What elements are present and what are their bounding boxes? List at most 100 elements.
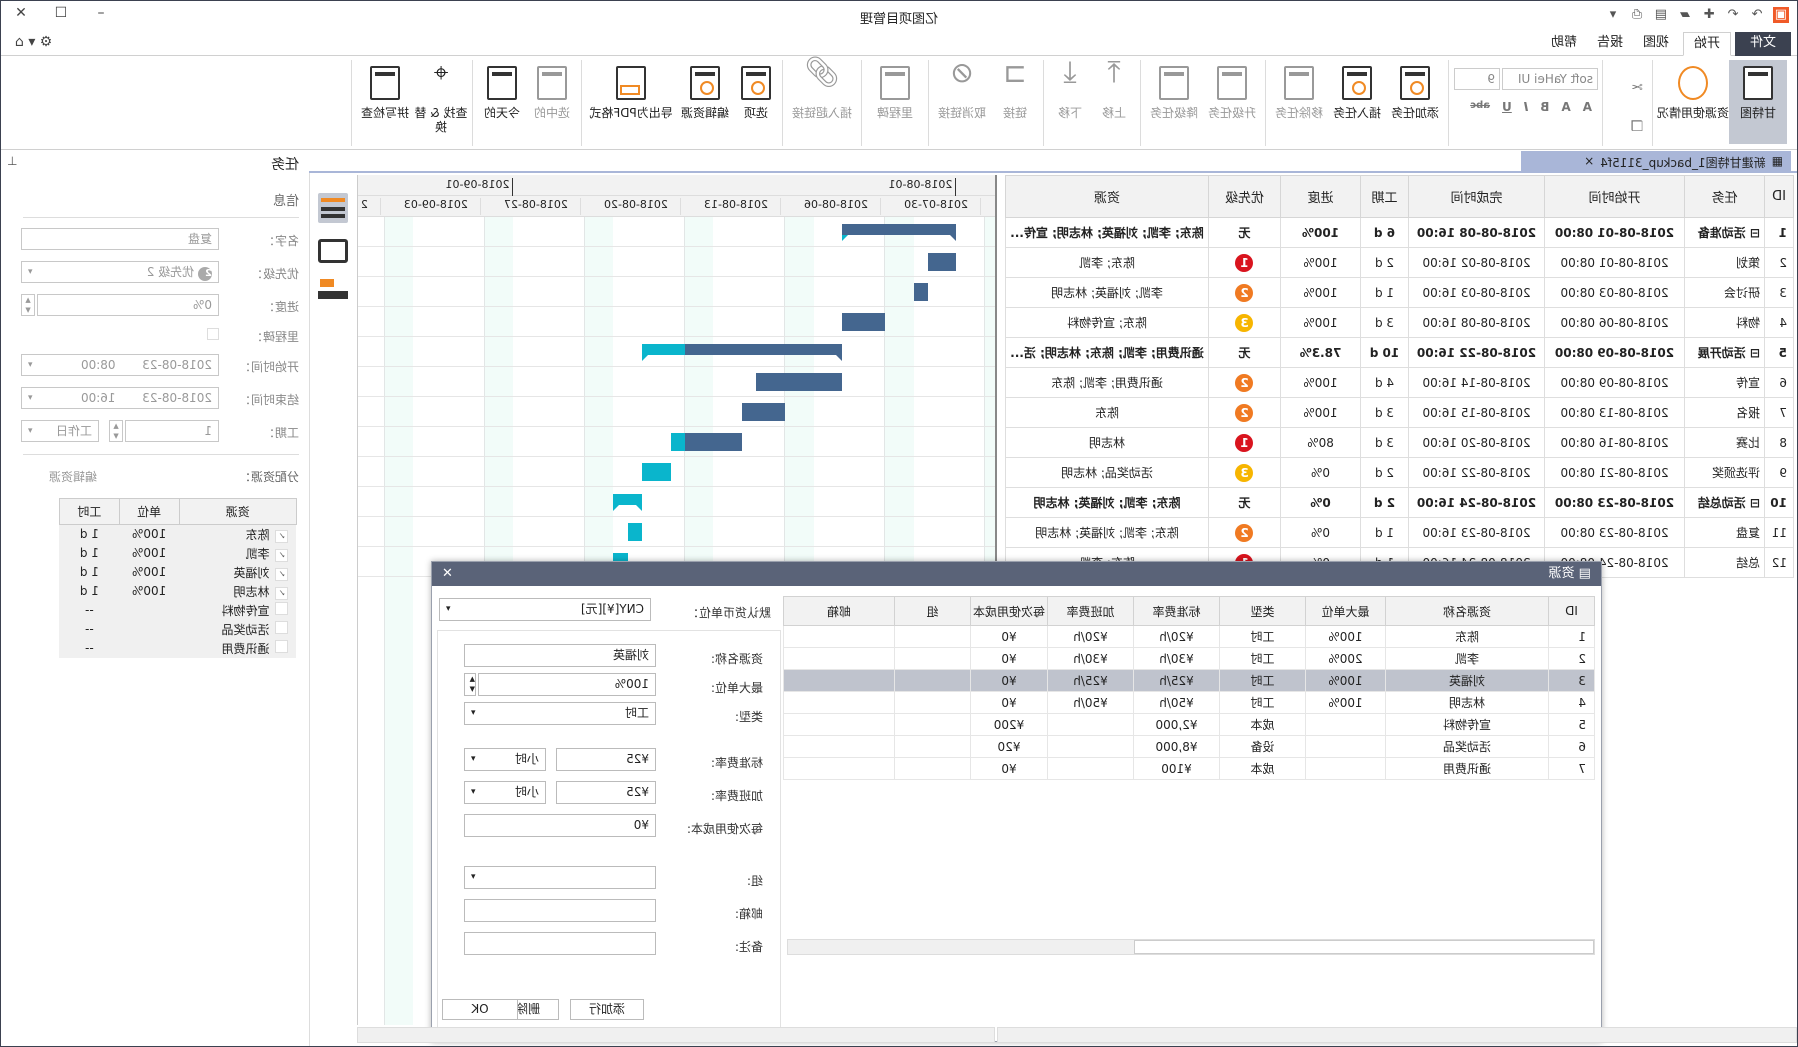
duration-input[interactable]: 1	[125, 420, 219, 442]
column-header[interactable]: 优先级	[1208, 175, 1281, 218]
resource-row[interactable]: 3 刘福英 100% 工时 ¥25/h ¥25/h ¥0	[783, 669, 1595, 692]
duration-unit-select[interactable]: 工作日 ▾	[21, 420, 99, 442]
add-task-button[interactable]: 添加任务	[1386, 60, 1444, 144]
task-bar[interactable]	[756, 373, 843, 391]
table-scrollbar[interactable]	[997, 1027, 1797, 1043]
remove-task-button[interactable]: 移除任务	[1270, 60, 1328, 144]
unlink-button[interactable]: ⊘ 取消链接	[933, 56, 991, 144]
bold-button[interactable]: B	[1540, 100, 1549, 114]
document-tab[interactable]: ▦ 新建甘特图1_backup_3115f4 ×	[1521, 151, 1791, 173]
link-button[interactable]: ⊐ 链接	[991, 56, 1039, 144]
task-bar[interactable]	[927, 253, 957, 271]
collapse-icon[interactable]: ⊟	[1746, 226, 1760, 240]
close-tab-icon[interactable]: ×	[1584, 154, 1594, 170]
move-down-button[interactable]: ⤓ 下移	[1048, 55, 1092, 144]
max-units-input[interactable]: 100%	[478, 673, 656, 696]
column-header[interactable]: 标准费率	[1133, 596, 1220, 626]
task-name-input[interactable]: 复盘	[21, 228, 219, 250]
resource-row[interactable]: 通讯费用 --	[59, 638, 297, 658]
max-units-stepper[interactable]: ▲ ▼	[464, 673, 476, 696]
group-select[interactable]: ▾	[464, 866, 656, 889]
scrollbar-thumb[interactable]	[1134, 940, 1594, 954]
font-name-select[interactable]: soft YaHei UI	[1502, 68, 1598, 90]
milestone-button[interactable]: 里程碑	[866, 60, 924, 144]
task-info-icon[interactable]	[318, 193, 348, 223]
font-grow-button[interactable]: A	[1583, 100, 1592, 114]
task-bar[interactable]	[670, 433, 743, 451]
add-row-button[interactable]: 添加行	[570, 999, 644, 1020]
resource-row[interactable]: 2 李凯 200% 工时 ¥30/h ¥30/h ¥0	[783, 647, 1595, 670]
column-header[interactable]: 资源名称	[1385, 596, 1549, 626]
resource-row[interactable]: 活动奖品 --	[59, 619, 297, 639]
column-header[interactable]: 组	[894, 596, 971, 626]
resource-row[interactable]: ✓ 林志明 100% 1 d	[59, 581, 297, 601]
column-header[interactable]: 资源	[1005, 175, 1209, 218]
resource-row[interactable]: 宣传物料 --	[59, 600, 297, 620]
resource-row[interactable]: ✓ 陈东 100% 1 d	[59, 524, 297, 544]
gantt-chart-button[interactable]: 甘特图	[1729, 60, 1787, 144]
currency-select[interactable]: CNY[¥][元] ▾	[439, 598, 651, 621]
column-header[interactable]: ID	[1764, 175, 1794, 218]
milestone-checkbox[interactable]	[207, 328, 219, 340]
move-up-button[interactable]: ⤒ 上移	[1092, 55, 1136, 144]
cut-icon[interactable]: ✂	[1626, 80, 1648, 96]
resource-row[interactable]: 1 陈东 100% 工时 ¥20/h ¥20/h ¥0	[783, 625, 1595, 648]
table-row[interactable]: 8 比赛 2018-08-16 08:00 2018-08-20 16:00 3 d 80…	[1005, 427, 1794, 458]
tab-file[interactable]: 文件	[1735, 32, 1791, 56]
tab-view[interactable]: 视图	[1633, 32, 1679, 56]
table-row[interactable]: 7 报名 2018-08-13 08:00 2018-08-15 16:00 3 d 10…	[1005, 397, 1794, 428]
end-time-picker[interactable]: 2018-08-23 16:00 ▾	[21, 387, 219, 409]
assignment-icon[interactable]	[318, 279, 348, 299]
summary-bar[interactable]	[613, 494, 643, 511]
resource-checkbox[interactable]	[275, 601, 289, 615]
resource-row[interactable]: 7 通讯费用 成本 ¥100 ¥0	[783, 757, 1595, 780]
demote-task-button[interactable]: 降级任务	[1145, 60, 1203, 144]
resource-row[interactable]: 6 活动奖品 设备 ¥8,000 ¥20	[783, 735, 1595, 758]
table-row[interactable]: 10 ⊟ 活动总结 2018-08-23 08:00 2018-08-24 16:00…	[1005, 487, 1794, 518]
export-pdf-button[interactable]: 导出为PDF格式	[586, 60, 676, 144]
minimize-button[interactable]: –	[81, 5, 121, 21]
pin-icon[interactable]: ⊥	[7, 154, 17, 168]
table-row[interactable]: 9 评选颁奖 2018-08-21 08:00 2018-08-22 16:00 2 d…	[1005, 457, 1794, 488]
column-header[interactable]: ID	[1548, 596, 1595, 626]
column-header[interactable]: 最大单位	[1305, 596, 1386, 626]
edit-resources-link[interactable]: 编辑资源	[49, 468, 97, 485]
standard-rate-input[interactable]: ¥25	[556, 748, 656, 771]
note-input[interactable]	[464, 932, 656, 955]
type-select[interactable]: 工时 ▾	[464, 702, 656, 725]
resource-checkbox[interactable]: ✓	[275, 548, 289, 562]
ok-button[interactable]: OK	[442, 999, 518, 1020]
column-header[interactable]: 任务	[1684, 175, 1765, 218]
cost-per-use-input[interactable]: ¥0	[464, 814, 656, 837]
find-replace-button[interactable]: ⌖ 查找 & 替换	[414, 58, 468, 144]
task-bar[interactable]	[842, 313, 885, 331]
edit-resources-button[interactable]: 编辑资源	[676, 60, 734, 144]
duration-stepper[interactable]: ▲ ▼	[109, 420, 123, 442]
table-row[interactable]: 6 宣传 2018-08-09 08:00 2018-08-14 16:00 4 d 10…	[1005, 367, 1794, 398]
table-row[interactable]: 11 复盘 2018-08-23 08:00 2018-08-23 16:00 1 d0…	[1005, 517, 1794, 548]
standard-rate-unit-select[interactable]: 小时 ▾	[464, 748, 546, 771]
resource-row[interactable]: 4 林志明 100% 工时 ¥50/h ¥50/h ¥0	[783, 691, 1595, 714]
font-shrink-button[interactable]: A	[1561, 100, 1570, 114]
strikethrough-button[interactable]: abc	[1470, 100, 1490, 114]
resource-row[interactable]: ✓ 刘福英 100% 1 d	[59, 562, 297, 582]
table-row[interactable]: 5 ⊟ 活动开展 2018-08-09 08:00 2018-08-22 16:00 1…	[1005, 337, 1794, 368]
table-row[interactable]: 1 ⊟ 活动准备 2018-08-01 08:00 2018-08-08 16:00 6…	[1005, 217, 1794, 248]
column-header[interactable]: 开始时间	[1544, 175, 1685, 218]
spell-check-button[interactable]: 拼写检查	[356, 60, 414, 144]
task-bar[interactable]	[742, 403, 785, 421]
resource-row[interactable]: ✓ 李凯 100% 1 d	[59, 543, 297, 563]
collapse-icon[interactable]: ⊟	[1746, 346, 1760, 360]
resource-checkbox[interactable]: ✓	[275, 529, 289, 543]
table-row[interactable]: 2 策划 2018-08-01 08:00 2018-08-02 16:00 2 d 10…	[1005, 247, 1794, 278]
resource-checkbox[interactable]	[275, 620, 289, 634]
resource-row[interactable]: 5 宣传物料 成本 ¥2,000 ¥200	[783, 713, 1595, 736]
summary-bar[interactable]	[642, 344, 843, 361]
copy-icon[interactable]: ❐	[1626, 119, 1648, 135]
progress-input[interactable]: 0%	[37, 294, 219, 316]
settings-icon[interactable]: ⚙ ▾ ⌂	[15, 34, 52, 50]
dialog-close-button[interactable]: ✕	[442, 562, 453, 586]
column-header[interactable]: 进度	[1280, 175, 1361, 218]
options-button[interactable]: 选项	[734, 60, 778, 144]
insert-hyperlink-button[interactable]: 🔗︎ 插入超链接	[787, 55, 857, 144]
